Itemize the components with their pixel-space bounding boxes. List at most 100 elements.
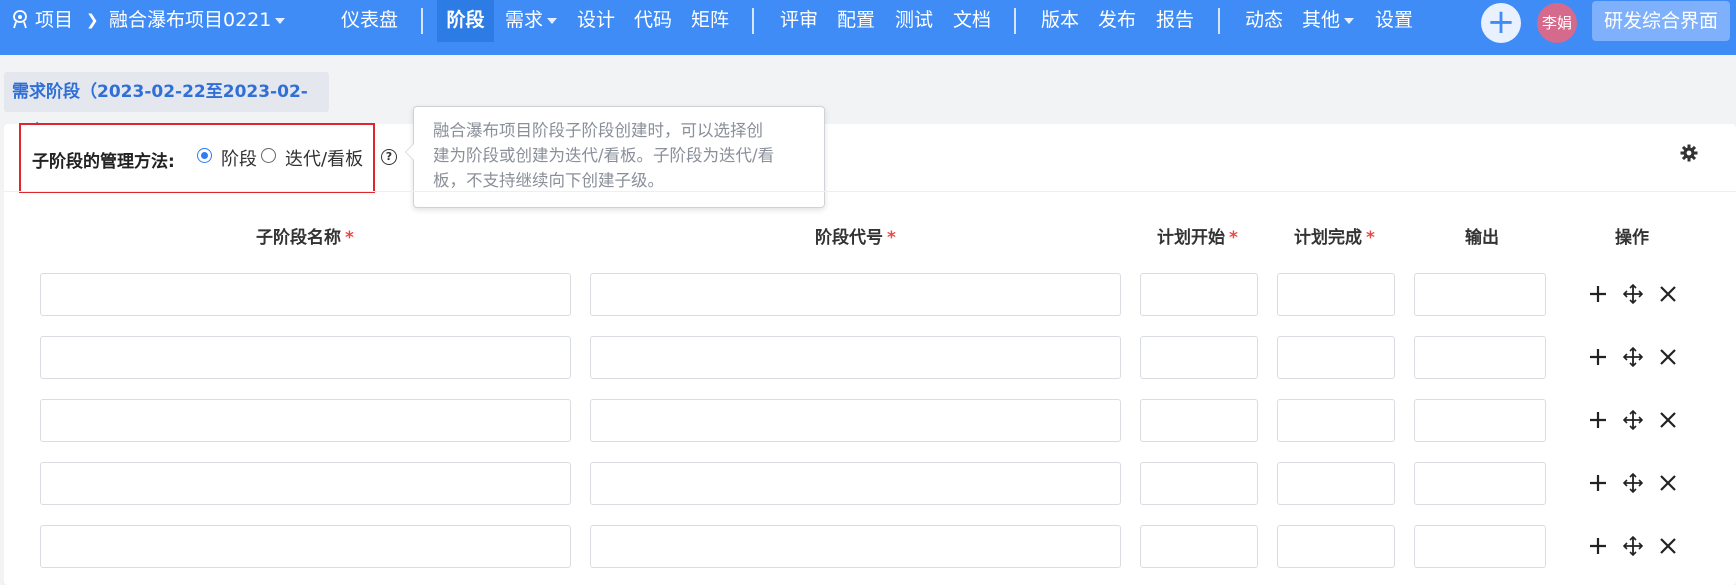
header-plan-start-label: 计划开始 <box>1157 228 1225 248</box>
plan-end-input[interactable] <box>1277 525 1395 568</box>
radio-stage-label[interactable]: 阶段 <box>221 145 257 171</box>
radio-iteration-label[interactable]: 迭代/看板 <box>285 145 363 171</box>
stage-code-input[interactable] <box>590 462 1121 505</box>
plan-start-input[interactable] <box>1140 525 1258 568</box>
stage-tag: 需求阶段（2023-02-22至2023-02-25） <box>4 72 329 142</box>
output-input[interactable] <box>1414 399 1546 442</box>
plan-start-input[interactable] <box>1140 399 1258 442</box>
close-icon[interactable] <box>1657 346 1679 368</box>
chevron-down-icon <box>547 17 558 24</box>
move-icon[interactable] <box>1622 409 1644 431</box>
radio-iteration[interactable] <box>261 148 276 163</box>
plus-icon[interactable] <box>1587 346 1609 368</box>
plus-icon[interactable] <box>1587 535 1609 557</box>
plan-end-input[interactable] <box>1277 273 1395 316</box>
project-icon <box>13 10 27 29</box>
substage-name-input[interactable] <box>40 462 571 505</box>
plus-icon[interactable] <box>1587 283 1609 305</box>
tab-report[interactable]: 报告 <box>1156 0 1194 42</box>
tab-requirements-label: 需求 <box>505 9 544 31</box>
plus-icon[interactable] <box>1587 472 1609 494</box>
output-input[interactable] <box>1414 336 1546 379</box>
required-mark: * <box>887 228 896 248</box>
chevron-down-icon <box>1344 17 1355 24</box>
tooltip-line: 融合瀑布项目阶段子阶段创建时，可以选择创 <box>433 121 763 140</box>
tab-docs[interactable]: 文档 <box>953 0 991 42</box>
header-plan-end: 计划完成 * <box>1294 223 1375 248</box>
tooltip-line: 建为阶段或创建为迭代/看板。子阶段为迭代/看 <box>433 146 775 165</box>
close-icon[interactable] <box>1657 283 1679 305</box>
tab-config[interactable]: 配置 <box>837 0 875 42</box>
tab-activity[interactable]: 动态 <box>1245 0 1283 42</box>
header-actions: 操作 <box>1615 228 1649 248</box>
tab-test[interactable]: 测试 <box>895 0 933 42</box>
tab-dashboard[interactable]: 仪表盘 <box>341 0 398 42</box>
output-input[interactable] <box>1414 462 1546 505</box>
plan-end-input[interactable] <box>1277 462 1395 505</box>
tab-matrix[interactable]: 矩阵 <box>691 0 729 42</box>
tab-requirements[interactable]: 需求 <box>505 0 558 42</box>
top-nav-bar: 项目 ❯ 融合瀑布项目0221 仪表盘 阶段 需求 设计 代码 矩阵 评审 配置… <box>0 0 1736 55</box>
tab-code[interactable]: 代码 <box>634 0 672 42</box>
plan-start-input[interactable] <box>1140 336 1258 379</box>
radio-stage[interactable] <box>197 148 212 163</box>
header-substage-name: 子阶段名称 * <box>256 223 354 248</box>
panel-divider <box>4 191 1736 192</box>
plus-icon[interactable] <box>1587 409 1609 431</box>
tab-more[interactable]: 其他 <box>1302 0 1355 42</box>
tab-settings[interactable]: 设置 <box>1375 0 1413 42</box>
close-icon[interactable] <box>1657 409 1679 431</box>
chevron-right-icon: ❯ <box>86 11 99 29</box>
tab-version[interactable]: 版本 <box>1041 0 1079 42</box>
nav-separator <box>421 8 423 34</box>
help-tooltip: 融合瀑布项目阶段子阶段创建时，可以选择创 建为阶段或创建为迭代/看板。子阶段为迭… <box>405 106 825 208</box>
move-icon[interactable] <box>1622 472 1644 494</box>
tab-design[interactable]: 设计 <box>577 0 615 42</box>
substage-panel: 子阶段的管理方法: 阶段 迭代/看板 ? 融合瀑布项目阶段子阶段创建时，可以选择… <box>4 106 1736 585</box>
chevron-down-icon <box>275 17 286 24</box>
plan-start-input[interactable] <box>1140 273 1258 316</box>
substage-name-input[interactable] <box>40 399 571 442</box>
substage-name-input[interactable] <box>40 525 571 568</box>
substage-name-input[interactable] <box>40 336 571 379</box>
substage-name-input[interactable] <box>40 273 571 316</box>
tab-review[interactable]: 评审 <box>780 0 818 42</box>
header-plan-start: 计划开始 * <box>1157 223 1238 248</box>
tab-more-label: 其他 <box>1302 9 1341 31</box>
stage-code-input[interactable] <box>590 525 1121 568</box>
stage-code-input[interactable] <box>590 399 1121 442</box>
project-menu[interactable]: 项目 <box>35 0 73 42</box>
project-name: 融合瀑布项目0221 <box>109 9 272 31</box>
plan-end-input[interactable] <box>1277 399 1395 442</box>
management-method-label: 子阶段的管理方法: <box>32 152 175 172</box>
project-switcher[interactable]: 融合瀑布项目0221 <box>109 0 286 42</box>
output-input[interactable] <box>1414 525 1546 568</box>
nav-separator <box>752 8 754 34</box>
move-icon[interactable] <box>1622 535 1644 557</box>
header-substage-name-label: 子阶段名称 <box>256 228 341 248</box>
close-icon[interactable] <box>1657 472 1679 494</box>
tooltip-line: 板，不支持继续向下创建子级。 <box>433 171 664 190</box>
avatar[interactable]: 李娟 <box>1537 3 1577 43</box>
header-stage-code: 阶段代号 * <box>815 223 896 248</box>
move-icon[interactable] <box>1622 346 1644 368</box>
nav-separator <box>1014 8 1016 34</box>
stage-code-input[interactable] <box>590 273 1121 316</box>
header-stage-code-label: 阶段代号 <box>815 228 883 248</box>
move-icon[interactable] <box>1622 283 1644 305</box>
close-icon[interactable] <box>1657 535 1679 557</box>
add-icon[interactable]: + <box>1481 3 1521 43</box>
rd-integrated-button[interactable]: 研发综合界面 <box>1592 1 1730 41</box>
management-method-highlight: 子阶段的管理方法: 阶段 迭代/看板 <box>19 123 375 193</box>
question-circle-icon[interactable]: ? <box>381 149 397 165</box>
output-input[interactable] <box>1414 273 1546 316</box>
required-mark: * <box>1366 228 1375 248</box>
required-mark: * <box>345 228 354 248</box>
stage-code-input[interactable] <box>590 336 1121 379</box>
plan-start-input[interactable] <box>1140 462 1258 505</box>
plan-end-input[interactable] <box>1277 336 1395 379</box>
header-plan-end-label: 计划完成 <box>1294 228 1362 248</box>
tab-stage[interactable]: 阶段 <box>437 0 494 42</box>
tab-release[interactable]: 发布 <box>1098 0 1136 42</box>
gear-icon[interactable] <box>1680 144 1698 162</box>
